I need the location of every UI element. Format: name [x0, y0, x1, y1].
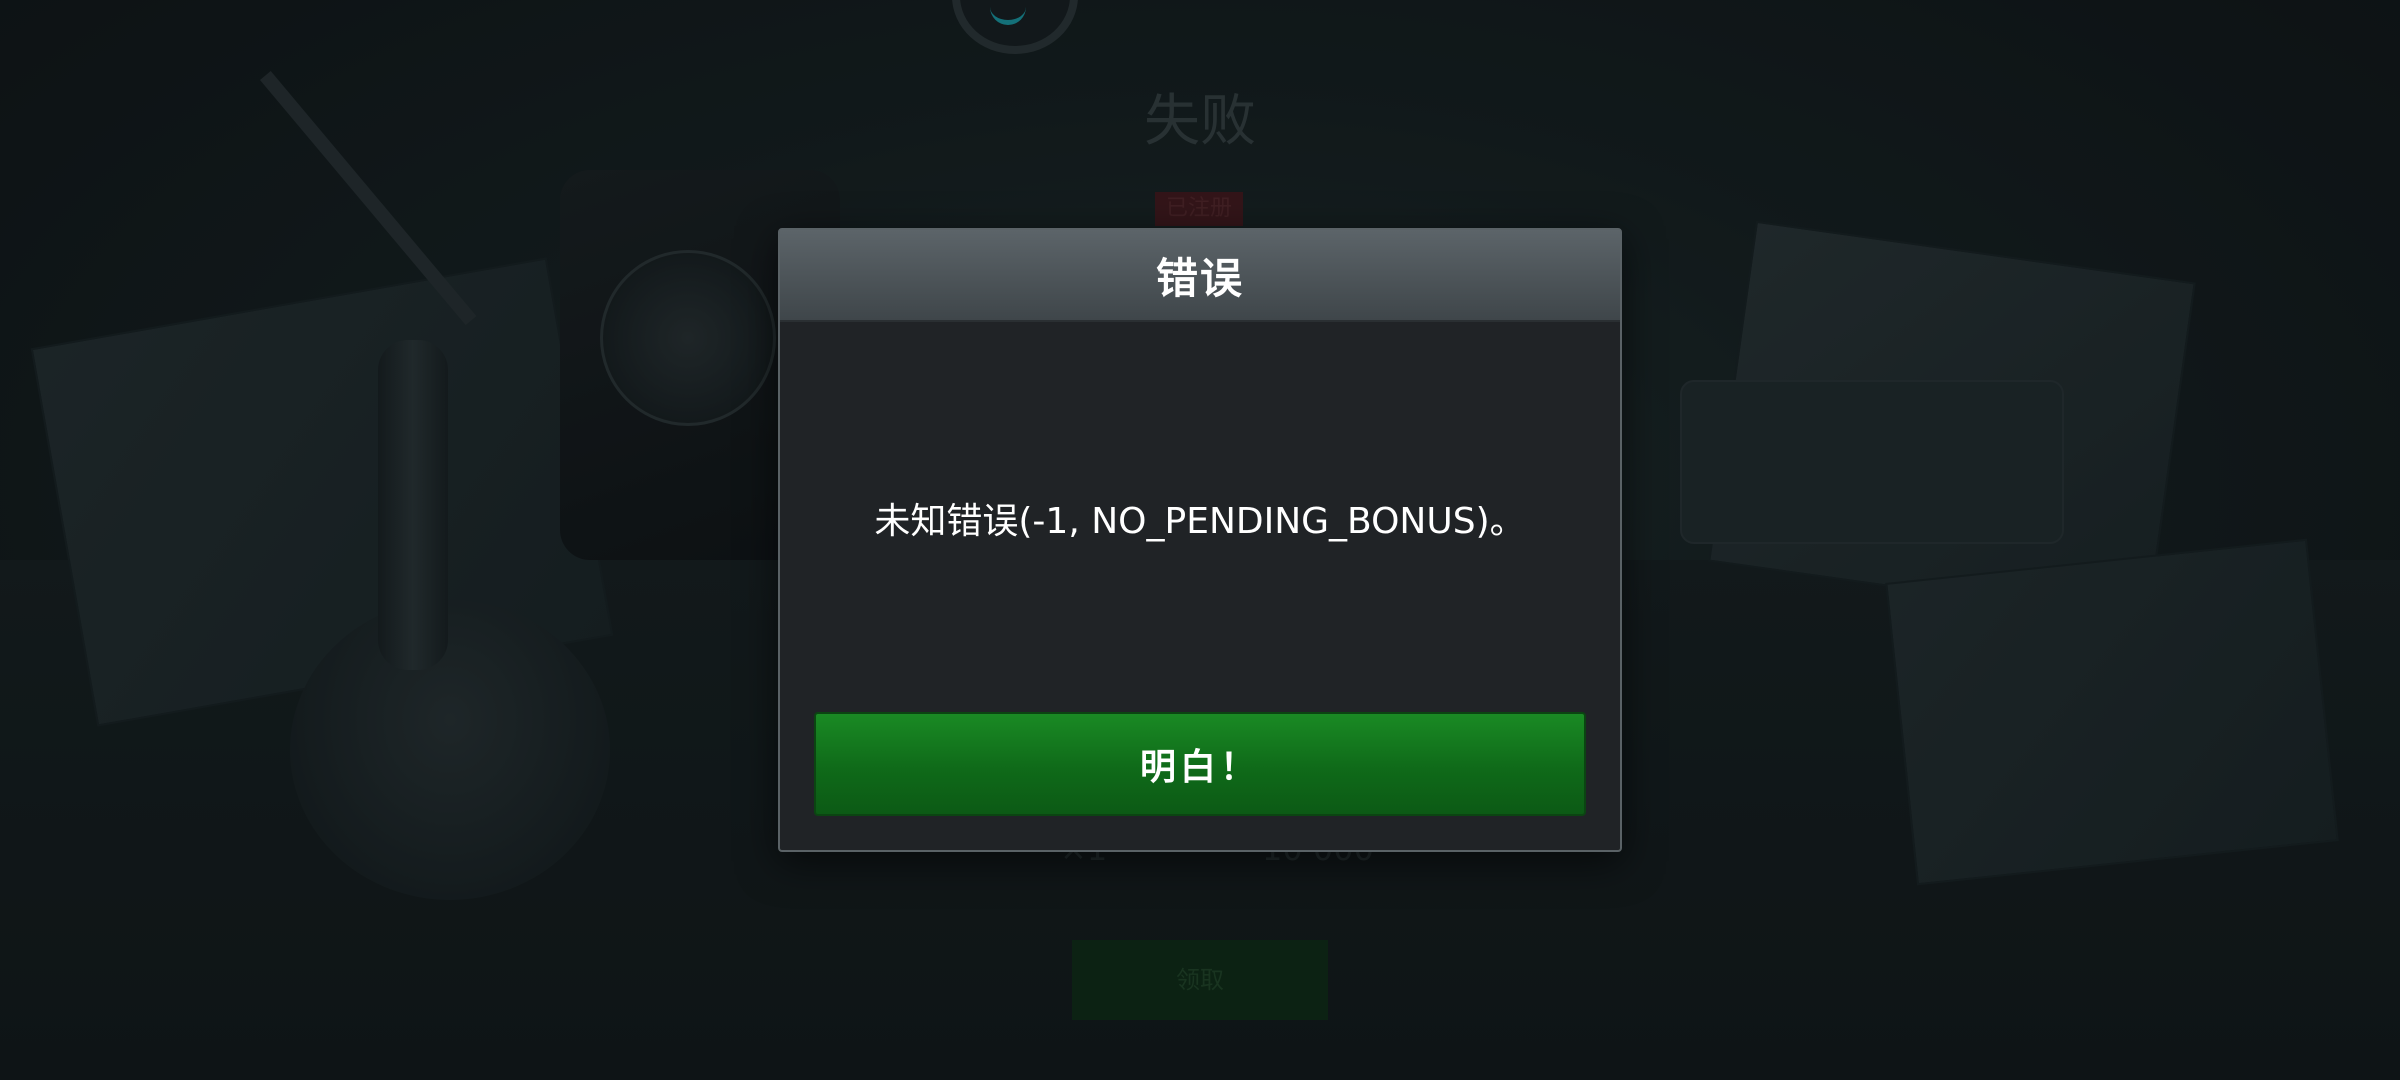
error-dialog: 错误 未知错误(-1, NO_PENDING_BONUS)。 明白！ [778, 228, 1622, 852]
game-scene: 失败 已注册 ×1 10 000 领取 错误 未知错误(-1, NO_PENDI… [0, 0, 2400, 1080]
ok-button-label: 明白！ [1139, 747, 1260, 788]
ok-button[interactable]: 明白！ [814, 712, 1586, 816]
error-message: 未知错误(-1, NO_PENDING_BONUS)。 [874, 501, 1526, 542]
dialog-title: 错误 [1155, 253, 1244, 303]
dialog-header: 错误 [780, 230, 1620, 322]
